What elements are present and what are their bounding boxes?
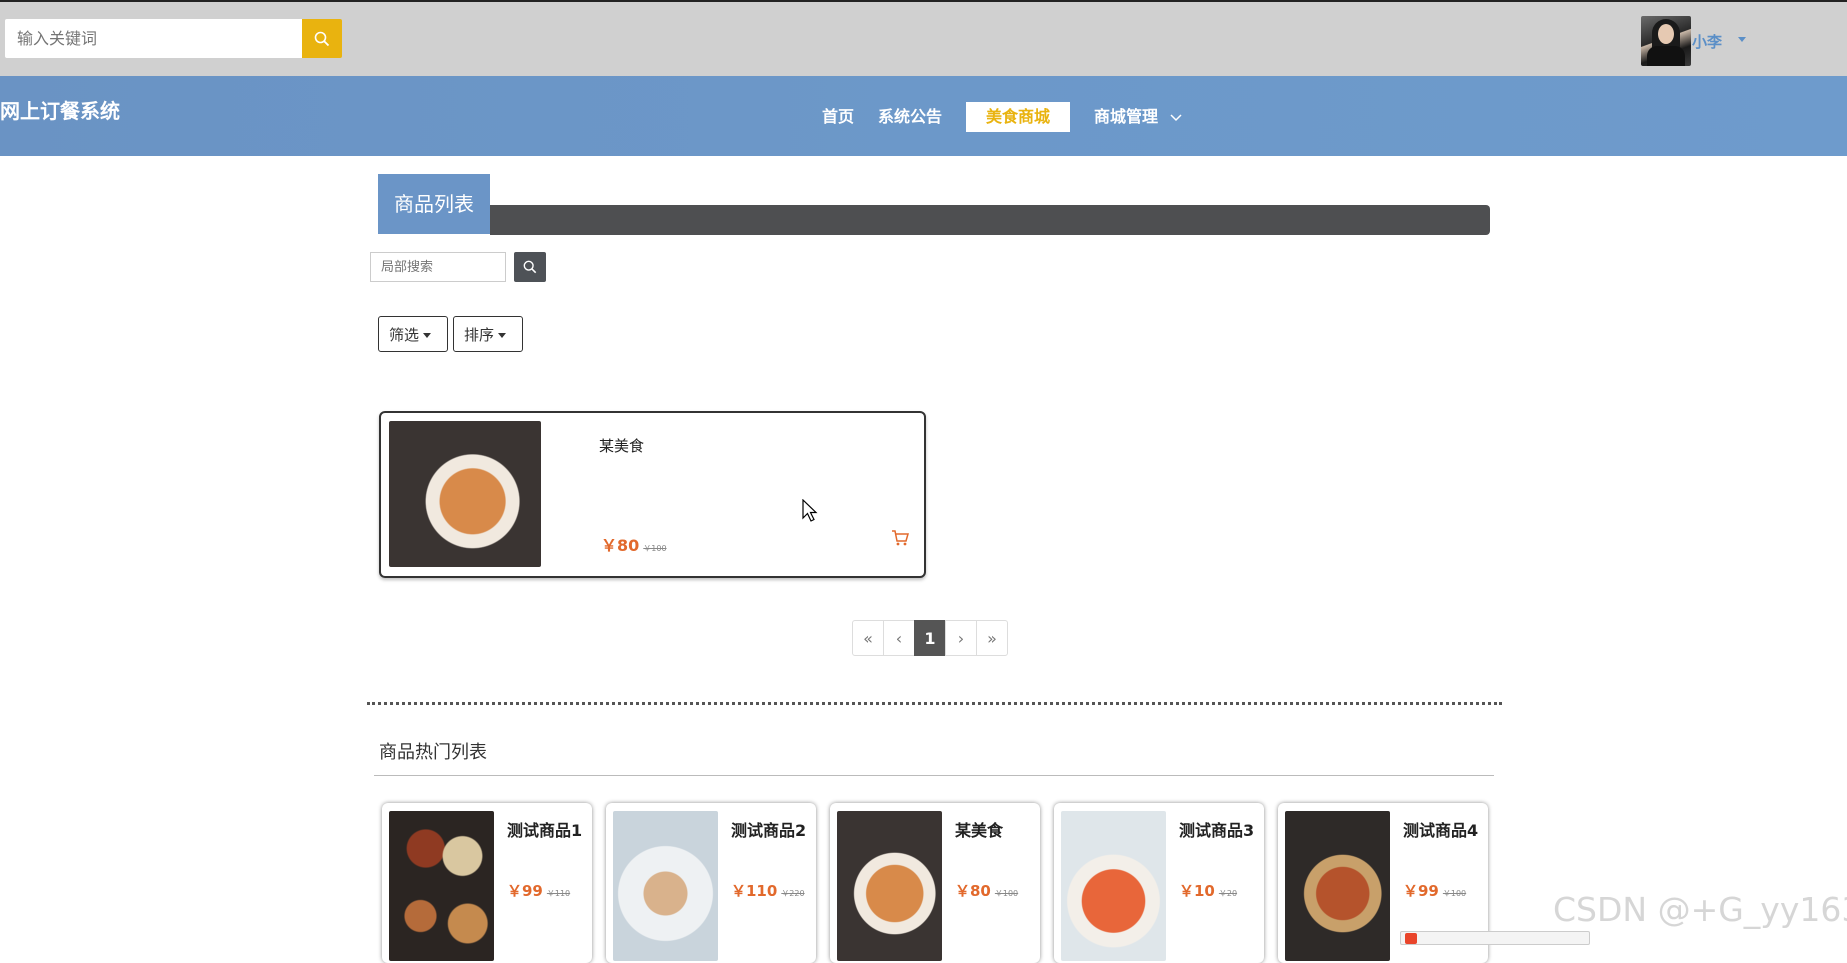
nav-item-food-mall[interactable]: 美食商城 bbox=[966, 102, 1071, 132]
hot-item-price-value: ￥99 bbox=[507, 882, 543, 900]
sort-label: 排序 bbox=[464, 326, 495, 344]
page-prev[interactable]: ‹ bbox=[883, 620, 915, 656]
mouse-cursor-icon bbox=[802, 499, 818, 522]
caret-down-icon bbox=[423, 333, 432, 338]
ime-logo-icon bbox=[1405, 933, 1417, 944]
panel-title: 商品列表 bbox=[378, 174, 490, 234]
product-price-value: ￥80 bbox=[601, 536, 640, 555]
chevron-down-icon bbox=[1170, 113, 1182, 121]
search-icon bbox=[523, 260, 537, 274]
cart-icon[interactable] bbox=[891, 530, 909, 546]
local-search-input[interactable] bbox=[370, 252, 506, 282]
hot-item-image[interactable] bbox=[837, 811, 942, 961]
hot-item-name[interactable]: 测试商品1 bbox=[507, 817, 582, 841]
hot-item-old-price: ￥100 bbox=[1442, 889, 1467, 898]
product-price: ￥80 ￥100 bbox=[601, 532, 667, 556]
hot-item-old-price: ￥100 bbox=[994, 889, 1019, 898]
hot-item-image[interactable] bbox=[1285, 811, 1390, 961]
page-last[interactable]: » bbox=[976, 620, 1008, 656]
nav-item-mall-management-label: 商城管理 bbox=[1094, 107, 1159, 126]
page-current[interactable]: 1 bbox=[914, 620, 946, 656]
local-search-button[interactable] bbox=[514, 252, 546, 282]
hot-item-price: ￥10 ￥20 bbox=[1179, 880, 1237, 901]
nav-item-home[interactable]: 首页 bbox=[810, 102, 866, 132]
nav-menu: 首页 系统公告 美食商城 商城管理 bbox=[810, 102, 1194, 132]
search-icon bbox=[314, 31, 330, 46]
hot-list-title: 商品热门列表 bbox=[379, 742, 487, 763]
hot-item-image[interactable] bbox=[613, 811, 718, 961]
global-search-input[interactable] bbox=[5, 19, 302, 58]
hot-item-name[interactable]: 测试商品2 bbox=[731, 817, 806, 841]
hot-item-name[interactable]: 测试商品4 bbox=[1403, 817, 1478, 841]
hot-item-price: ￥99 ￥110 bbox=[507, 880, 570, 901]
global-search bbox=[5, 19, 342, 58]
panel-title-bar bbox=[490, 205, 1490, 235]
hot-item-price-value: ￥99 bbox=[1403, 882, 1439, 900]
hot-list-underline bbox=[374, 775, 1494, 776]
hot-item-card[interactable]: 测试商品3 ￥10 ￥20 bbox=[1054, 803, 1264, 963]
hot-item-name[interactable]: 某美食 bbox=[955, 817, 1003, 841]
product-card[interactable]: 某美食 ￥80 ￥100 bbox=[379, 411, 926, 578]
hot-item-old-price: ￥220 bbox=[781, 889, 805, 898]
filter-label: 筛选 bbox=[389, 326, 420, 344]
hot-item-price-value: ￥110 bbox=[731, 882, 778, 900]
hot-item-image[interactable] bbox=[389, 811, 494, 961]
product-name[interactable]: 某美食 bbox=[599, 435, 644, 456]
local-search bbox=[370, 252, 546, 282]
hot-item-old-price: ￥20 bbox=[1218, 889, 1238, 898]
hot-item-old-price: ￥110 bbox=[546, 889, 571, 898]
main-navbar: 网上订餐系统 首页 系统公告 美食商城 商城管理 bbox=[0, 76, 1847, 156]
watermark: CSDN @+G_yy163 bbox=[1553, 890, 1847, 929]
product-image[interactable] bbox=[389, 421, 541, 567]
user-menu-caret-icon[interactable] bbox=[1738, 37, 1746, 42]
pagination: « ‹ 1 › » bbox=[852, 620, 1008, 656]
caret-down-icon bbox=[498, 333, 507, 338]
section-divider bbox=[367, 702, 1502, 705]
page-first[interactable]: « bbox=[852, 620, 884, 656]
site-brand[interactable]: 网上订餐系统 bbox=[0, 95, 120, 124]
hot-item-card[interactable]: 测试商品2 ￥110 ￥220 bbox=[606, 803, 816, 963]
hot-item-price-value: ￥80 bbox=[955, 882, 991, 900]
top-bar: 小李 bbox=[0, 0, 1847, 76]
global-search-button[interactable] bbox=[302, 19, 342, 58]
filter-dropdown[interactable]: 筛选 bbox=[378, 316, 448, 352]
product-old-price: ￥100 bbox=[643, 544, 667, 553]
hot-item-image[interactable] bbox=[1061, 811, 1166, 961]
hot-item-price: ￥80 ￥100 bbox=[955, 880, 1018, 901]
hot-item-card[interactable]: 测试商品1 ￥99 ￥110 bbox=[382, 803, 592, 963]
hot-item-price: ￥99 ￥100 bbox=[1403, 880, 1466, 901]
hot-item-price: ￥110 ￥220 bbox=[731, 880, 805, 901]
sort-dropdown[interactable]: 排序 bbox=[453, 316, 523, 352]
page-next[interactable]: › bbox=[945, 620, 977, 656]
nav-item-announcements[interactable]: 系统公告 bbox=[866, 102, 954, 132]
avatar[interactable] bbox=[1641, 16, 1691, 66]
hot-item-name[interactable]: 测试商品3 bbox=[1179, 817, 1254, 841]
nav-item-mall-management[interactable]: 商城管理 bbox=[1082, 102, 1194, 132]
hot-item-price-value: ￥10 bbox=[1179, 882, 1215, 900]
hot-item-card[interactable]: 某美食 ￥80 ￥100 bbox=[830, 803, 1040, 963]
username[interactable]: 小李 bbox=[1692, 31, 1722, 52]
